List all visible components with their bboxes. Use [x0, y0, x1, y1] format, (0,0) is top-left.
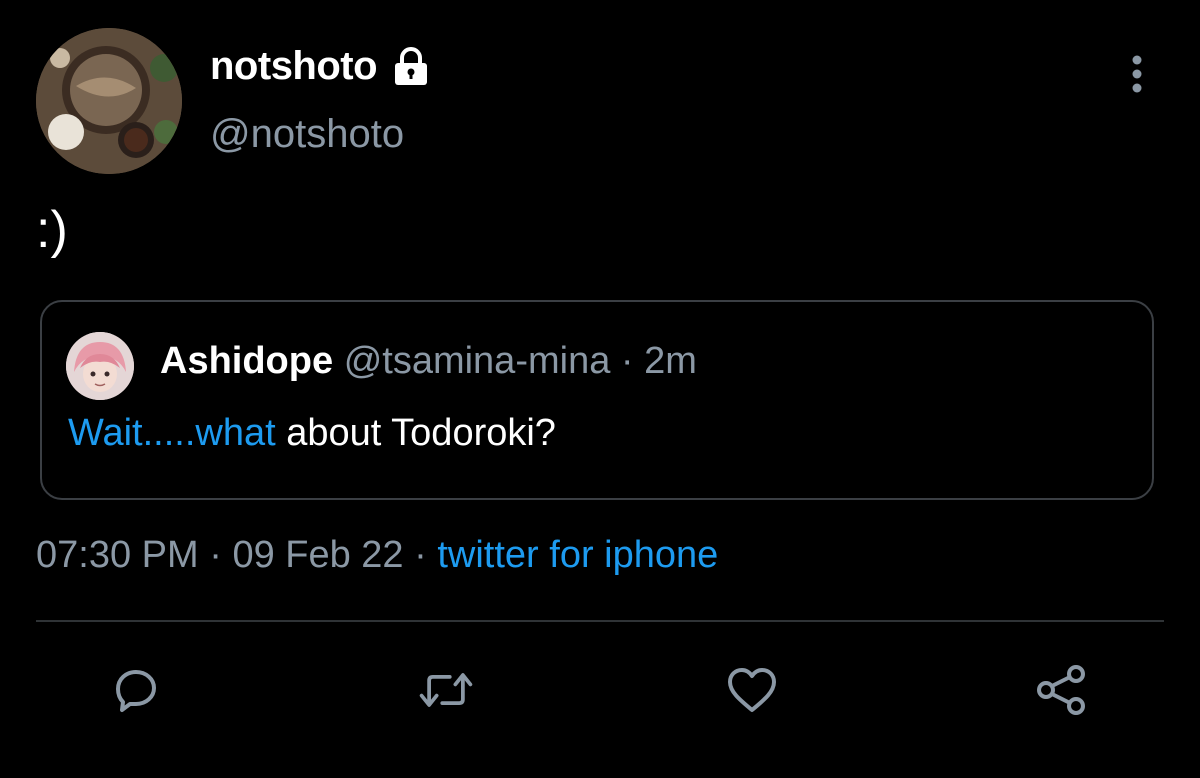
reply-icon [116, 670, 156, 712]
quoted-text-link[interactable]: Wait.....what [68, 412, 276, 454]
like-button[interactable] [722, 660, 782, 720]
author-display-name[interactable]: notshoto [210, 44, 378, 89]
author-name-row: notshoto [210, 44, 433, 89]
retweet-button[interactable] [416, 660, 476, 720]
meta-separator: · [198, 534, 233, 576]
quoted-time: 2m [644, 340, 697, 382]
share-button[interactable] [1032, 660, 1092, 720]
food-photo-avatar [36, 28, 182, 174]
quoted-tweet-card[interactable]: Ashidope @tsamina-mina · 2m Wait.....wha… [40, 300, 1154, 500]
retweet-icon [419, 673, 473, 707]
like-icon [728, 668, 776, 712]
quoted-handle[interactable]: @tsamina-mina [344, 340, 611, 382]
quoted-header: Ashidope @tsamina-mina · 2m [160, 340, 697, 383]
author-handle[interactable]: @notshoto [210, 112, 404, 157]
anime-avatar-icon [66, 332, 134, 400]
tweet-source-link[interactable]: twitter for iphone [437, 534, 718, 576]
tweet-meta: 07:30 PM · 09 Feb 22 · twitter for iphon… [36, 534, 718, 577]
lock-icon [389, 45, 433, 89]
more-options-icon[interactable] [1122, 52, 1152, 96]
tweet-time: 07:30 PM [36, 534, 199, 576]
share-icon [1037, 665, 1085, 715]
meta-separator: · [403, 534, 438, 576]
quoted-text-rest: about Todoroki? [275, 412, 556, 454]
tweet-date: 09 Feb 22 [232, 534, 404, 576]
tweet: notshoto @notshoto :) Ashidope @tsamina-… [0, 0, 1200, 778]
reply-button[interactable] [106, 660, 166, 720]
author-avatar[interactable] [36, 28, 182, 174]
quoted-separator: · [620, 340, 634, 382]
divider [36, 620, 1164, 622]
tweet-text: :) [36, 201, 68, 259]
quoted-author-avatar[interactable] [66, 332, 134, 400]
action-bar [0, 660, 1200, 720]
quoted-display-name[interactable]: Ashidope [160, 340, 333, 382]
quoted-text: Wait.....what about Todoroki? [68, 412, 556, 455]
